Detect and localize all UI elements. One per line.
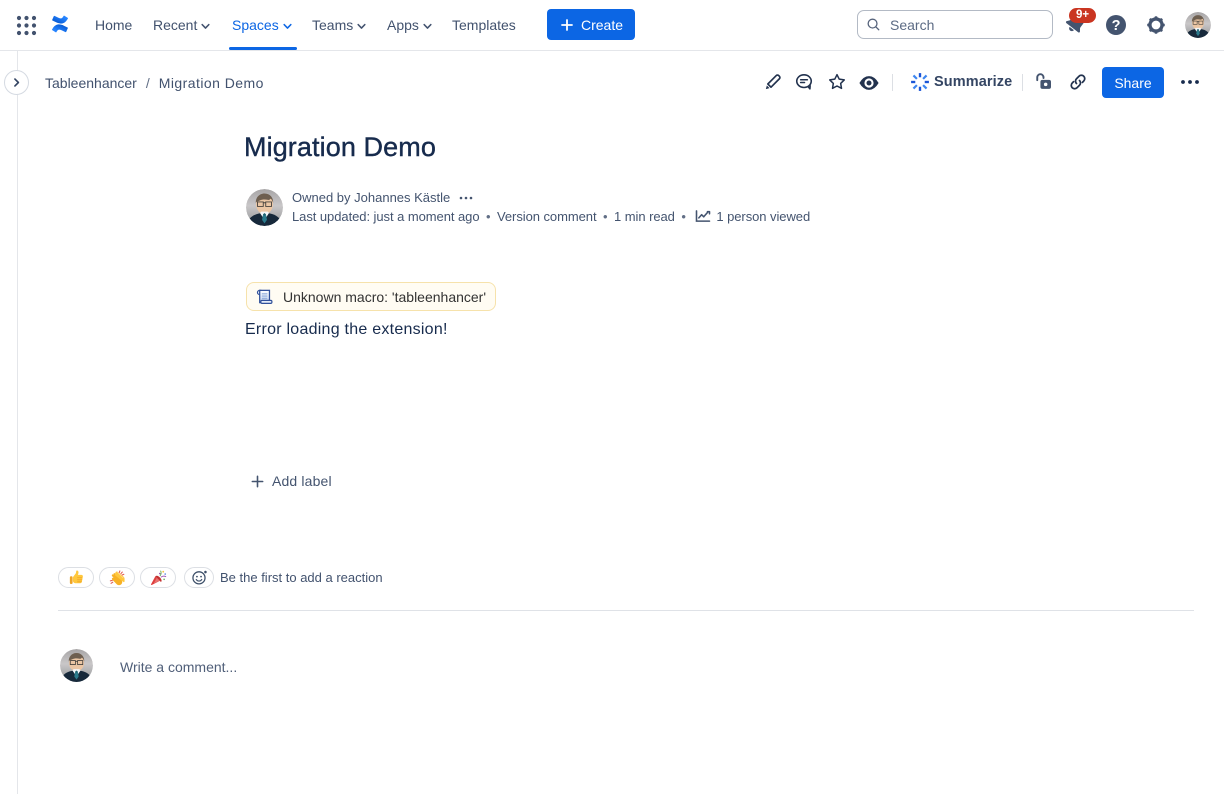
svg-text:?: ?: [1112, 18, 1121, 34]
